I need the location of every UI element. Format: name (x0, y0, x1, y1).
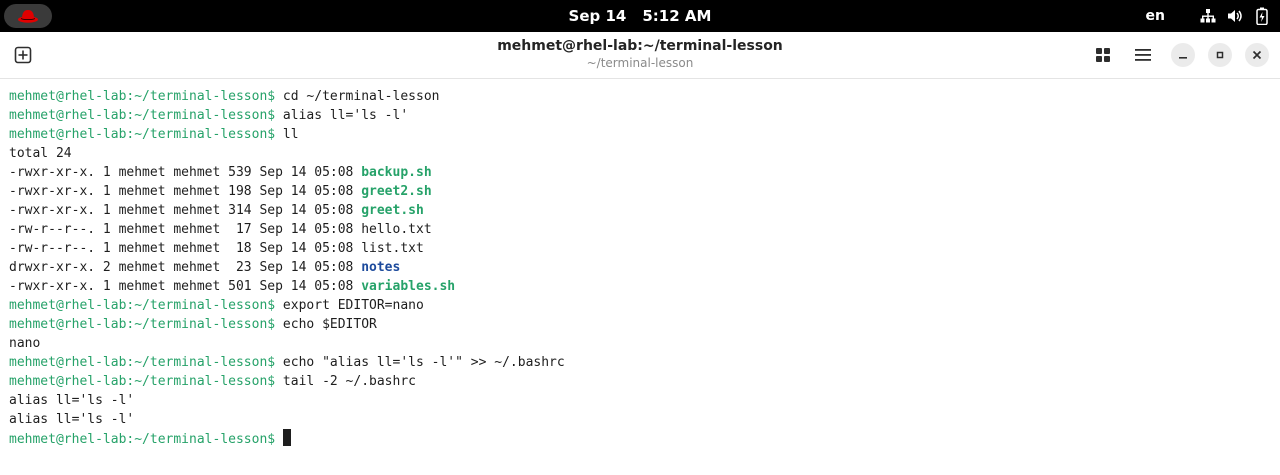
language-indicator[interactable]: en (1146, 8, 1165, 24)
close-icon (1252, 50, 1262, 60)
volume-icon[interactable] (1226, 7, 1244, 25)
file-name: list.txt (361, 241, 424, 256)
output-line: alias ll='ls -l' (9, 410, 565, 429)
file-meta: -rw-r--r--. 1 mehmet mehmet 17 Sep 14 05… (9, 222, 362, 237)
shell-prompt: mehmet@rhel-lab:~/terminal-lesson$ (9, 108, 276, 123)
command-line: mehmet@rhel-lab:~/terminal-lesson$ cd ~/… (9, 87, 565, 106)
output-text: total 24 (9, 146, 72, 161)
command-text (275, 432, 283, 447)
file-meta: -rwxr-xr-x. 1 mehmet mehmet 539 Sep 14 0… (9, 165, 362, 180)
command-line: mehmet@rhel-lab:~/terminal-lesson$ echo … (9, 353, 565, 372)
shell-prompt: mehmet@rhel-lab:~/terminal-lesson$ (9, 355, 276, 370)
file-name: greet2.sh (361, 184, 432, 199)
file-meta: -rw-r--r--. 1 mehmet mehmet 18 Sep 14 05… (9, 241, 362, 256)
command-line: mehmet@rhel-lab:~/terminal-lesson$ tail … (9, 372, 565, 391)
command-line: mehmet@rhel-lab:~/terminal-lesson$ (9, 429, 565, 448)
output-text: nano (9, 336, 41, 351)
date-label: Sep 14 (568, 7, 627, 25)
file-name: backup.sh (361, 165, 432, 180)
output-text: alias ll='ls -l' (9, 412, 135, 427)
file-name: notes (361, 260, 401, 275)
file-meta: -rwxr-xr-x. 1 mehmet mehmet 314 Sep 14 0… (9, 203, 362, 218)
command-text: ll (275, 127, 299, 142)
command-line: mehmet@rhel-lab:~/terminal-lesson$ ll (9, 125, 565, 144)
shell-prompt: mehmet@rhel-lab:~/terminal-lesson$ (9, 298, 276, 313)
main-menu-button[interactable] (1128, 40, 1158, 70)
top-bar: Sep 14 5:12 AM en (0, 0, 1280, 32)
close-button[interactable] (1245, 43, 1269, 67)
file-meta: drwxr-xr-x. 2 mehmet mehmet 23 Sep 14 05… (9, 260, 362, 275)
command-text: alias ll='ls -l' (275, 108, 409, 123)
command-text: tail -2 ~/.bashrc (275, 374, 416, 389)
listing-line: -rw-r--r--. 1 mehmet mehmet 18 Sep 14 05… (9, 239, 565, 258)
maximize-button[interactable] (1208, 43, 1232, 67)
file-meta: -rwxr-xr-x. 1 mehmet mehmet 198 Sep 14 0… (9, 184, 362, 199)
terminal-output[interactable]: mehmet@rhel-lab:~/terminal-lesson$ cd ~/… (9, 87, 565, 448)
command-line: mehmet@rhel-lab:~/terminal-lesson$ echo … (9, 315, 565, 334)
minimize-icon (1179, 57, 1187, 59)
tab-overview-button[interactable] (1088, 40, 1118, 70)
clock[interactable]: Sep 14 5:12 AM (0, 0, 1280, 32)
command-text: export EDITOR=nano (275, 298, 424, 313)
output-text: alias ll='ls -l' (9, 393, 135, 408)
file-meta: -rwxr-xr-x. 1 mehmet mehmet 501 Sep 14 0… (9, 279, 362, 294)
listing-line: drwxr-xr-x. 2 mehmet mehmet 23 Sep 14 05… (9, 258, 565, 277)
listing-line: -rwxr-xr-x. 1 mehmet mehmet 501 Sep 14 0… (9, 277, 565, 296)
terminal-header-bar: mehmet@rhel-lab:~/terminal-lesson ~/term… (0, 32, 1280, 79)
command-text: cd ~/terminal-lesson (275, 89, 440, 104)
network-icon[interactable] (1199, 7, 1217, 25)
grid-icon (1096, 48, 1110, 62)
shell-prompt: mehmet@rhel-lab:~/terminal-lesson$ (9, 89, 276, 104)
shell-prompt: mehmet@rhel-lab:~/terminal-lesson$ (9, 432, 276, 447)
listing-line: -rwxr-xr-x. 1 mehmet mehmet 198 Sep 14 0… (9, 182, 565, 201)
command-line: mehmet@rhel-lab:~/terminal-lesson$ alias… (9, 106, 565, 125)
battery-icon[interactable] (1253, 7, 1271, 25)
file-name: variables.sh (361, 279, 456, 294)
output-line: nano (9, 334, 565, 353)
maximize-icon (1216, 51, 1224, 59)
shell-prompt: mehmet@rhel-lab:~/terminal-lesson$ (9, 317, 276, 332)
shell-prompt: mehmet@rhel-lab:~/terminal-lesson$ (9, 127, 276, 142)
text-cursor (282, 429, 291, 446)
listing-line: -rwxr-xr-x. 1 mehmet mehmet 314 Sep 14 0… (9, 201, 565, 220)
command-line: mehmet@rhel-lab:~/terminal-lesson$ expor… (9, 296, 565, 315)
command-text: echo $EDITOR (275, 317, 377, 332)
shell-prompt: mehmet@rhel-lab:~/terminal-lesson$ (9, 374, 276, 389)
output-line: alias ll='ls -l' (9, 391, 565, 410)
file-name: hello.txt (361, 222, 432, 237)
listing-line: -rw-r--r--. 1 mehmet mehmet 17 Sep 14 05… (9, 220, 565, 239)
system-tray[interactable]: en (1146, 0, 1280, 32)
time-label: 5:12 AM (642, 7, 712, 25)
minimize-button[interactable] (1171, 43, 1195, 67)
command-text: echo "alias ll='ls -l'" >> ~/.bashrc (275, 355, 565, 370)
file-name: greet.sh (361, 203, 424, 218)
output-line: total 24 (9, 144, 565, 163)
listing-line: -rwxr-xr-x. 1 mehmet mehmet 539 Sep 14 0… (9, 163, 565, 182)
hamburger-menu-icon (1135, 49, 1151, 61)
